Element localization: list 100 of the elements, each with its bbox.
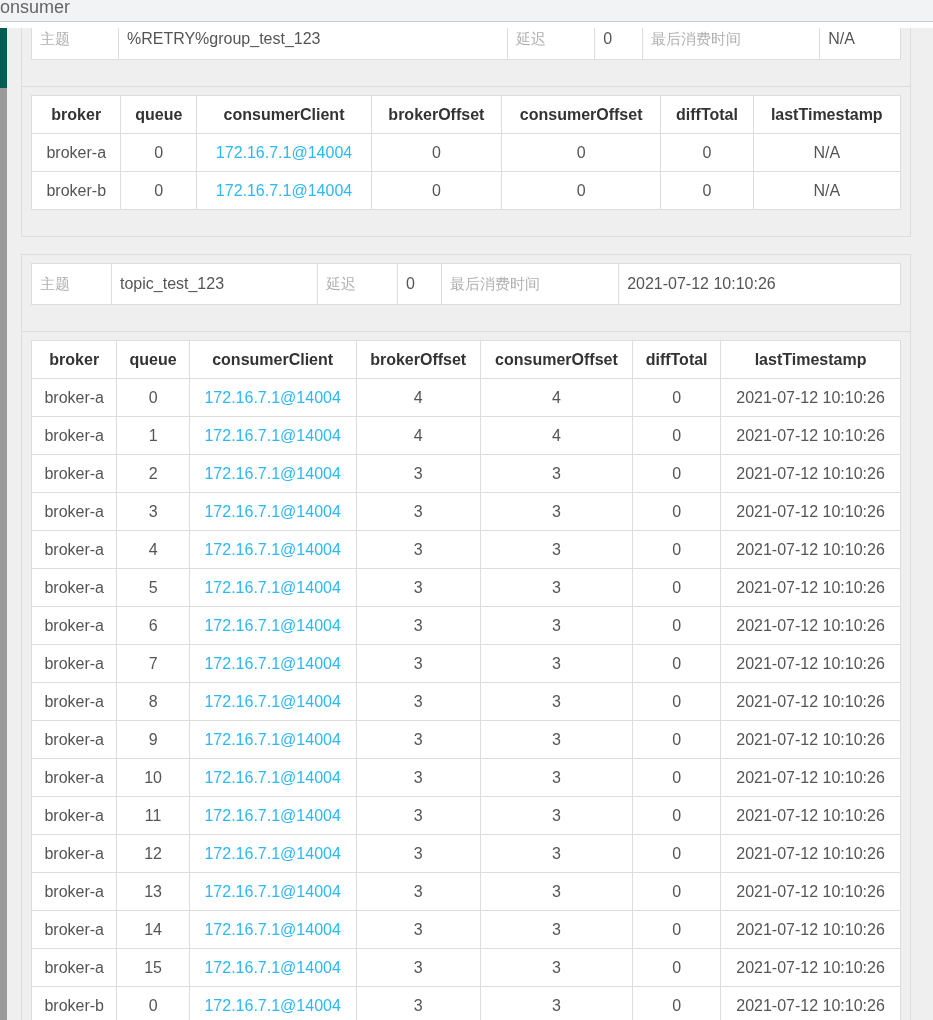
table-cell: broker-a [31, 606, 117, 645]
table-cell: 3 [480, 910, 633, 949]
table-cell: 3 [356, 758, 481, 797]
table-cell: broker-a [31, 492, 117, 531]
table-cell: 0 [371, 133, 502, 172]
table-cell: 0 [121, 171, 197, 210]
table-cell: broker-a [31, 834, 117, 873]
table-cell: broker-a [31, 720, 117, 759]
table-cell: 3 [480, 644, 633, 683]
table-cell: 3 [480, 758, 633, 797]
table-cell: 0 [632, 758, 721, 797]
table-cell: 2 [116, 454, 190, 493]
table-cell: 3 [480, 720, 633, 759]
table-cell: 3 [480, 568, 633, 607]
table-cell: 2021-07-12 10:10:26 [720, 796, 901, 835]
table-cell: 3 [356, 606, 481, 645]
column-header: queue [121, 95, 197, 134]
column-header: consumerOffset [501, 95, 661, 134]
table-cell: 0 [632, 872, 721, 911]
table-cell: 0 [632, 416, 721, 455]
table-cell: 0 [632, 530, 721, 569]
table-cell: 0 [660, 171, 753, 210]
table-cell: 0 [501, 171, 661, 210]
table-cell: 0 [632, 796, 721, 835]
table-cell: 0 [632, 454, 721, 493]
table-cell: broker-b [31, 171, 121, 210]
table-cell: 0 [632, 682, 721, 721]
table-cell: 3 [356, 644, 481, 683]
field-label: 主题 [31, 263, 112, 305]
table-cell: 3 [356, 492, 481, 531]
table-cell: 0 [121, 133, 197, 172]
table-cell: 9 [116, 720, 190, 759]
table-cell: 3 [356, 568, 481, 607]
table-cell: 3 [480, 492, 633, 531]
table-cell: broker-a [31, 758, 117, 797]
table-cell: 0 [632, 834, 721, 873]
table-cell: 13 [116, 872, 190, 911]
table-cell: 3 [480, 834, 633, 873]
table-cell: 3 [116, 492, 190, 531]
table-cell: 3 [356, 720, 481, 759]
table-cell: 15 [116, 948, 190, 987]
table-cell: broker-a [31, 910, 117, 949]
table-cell: 0 [632, 492, 721, 531]
table-cell: 2021-07-12 10:10:26 [720, 948, 901, 987]
table-cell: broker-a [31, 133, 121, 172]
table-cell: 2021-07-12 10:10:26 [720, 872, 901, 911]
table-cell: 3 [480, 606, 633, 645]
table-cell: 3 [356, 834, 481, 873]
table-cell: 0 [116, 378, 190, 417]
field-label: 延迟 [317, 263, 398, 305]
field-value: topic_test_123 [111, 263, 318, 305]
table-cell: broker-a [31, 378, 117, 417]
table-cell: 2021-07-12 10:10:26 [720, 758, 901, 797]
column-header: queue [116, 340, 190, 379]
table-cell: 0 [632, 568, 721, 607]
table-cell: broker-a [31, 948, 117, 987]
table-cell: 3 [356, 796, 481, 835]
field-value: 2021-07-12 10:10:26 [618, 263, 901, 305]
table-cell: 6 [116, 606, 190, 645]
table-cell: 12 [116, 834, 190, 873]
table-cell: 14 [116, 910, 190, 949]
table-cell: 2021-07-12 10:10:26 [720, 682, 901, 721]
table-cell: 3 [356, 872, 481, 911]
field-label: 最后消费时间 [441, 263, 619, 305]
table-cell: 3 [356, 530, 481, 569]
table-cell: 1 [116, 416, 190, 455]
table-cell: 4 [356, 416, 481, 455]
table-cell: 2021-07-12 10:10:26 [720, 568, 901, 607]
column-header: brokerOffset [371, 95, 502, 134]
table-cell: N/A [753, 133, 901, 172]
table-cell: 2021-07-12 10:10:26 [720, 530, 901, 569]
column-header: consumerClient [196, 95, 372, 134]
table-cell: 3 [480, 948, 633, 987]
table-cell: 3 [356, 948, 481, 987]
column-header: consumerClient [189, 340, 357, 379]
column-header: consumerOffset [480, 340, 633, 379]
table-cell: 2021-07-12 10:10:26 [720, 606, 901, 645]
table-cell: 0 [501, 133, 661, 172]
table-cell: 3 [480, 872, 633, 911]
table-cell: broker-a [31, 530, 117, 569]
table-cell: 3 [480, 530, 633, 569]
column-header: broker [31, 340, 117, 379]
table-cell: 2021-07-12 10:10:26 [720, 720, 901, 759]
table-cell: 2021-07-12 10:10:26 [720, 416, 901, 455]
table-cell: 3 [480, 454, 633, 493]
page-title: onsumer [0, 0, 72, 14]
table-cell: 0 [632, 378, 721, 417]
table-cell: broker-a [31, 872, 117, 911]
table-cell: 4 [480, 416, 633, 455]
table-cell: 0 [371, 171, 502, 210]
field-value: 0 [397, 263, 442, 305]
table-cell: broker-a [31, 644, 117, 683]
table-cell: 0 [632, 644, 721, 683]
table-cell: 0 [632, 910, 721, 949]
column-header: brokerOffset [356, 340, 481, 379]
table-cell: broker-a [31, 416, 117, 455]
table-cell: broker-a [31, 568, 117, 607]
table-cell: 11 [116, 796, 190, 835]
table-cell: 3 [480, 796, 633, 835]
table-cell: 2021-07-12 10:10:26 [720, 910, 901, 949]
